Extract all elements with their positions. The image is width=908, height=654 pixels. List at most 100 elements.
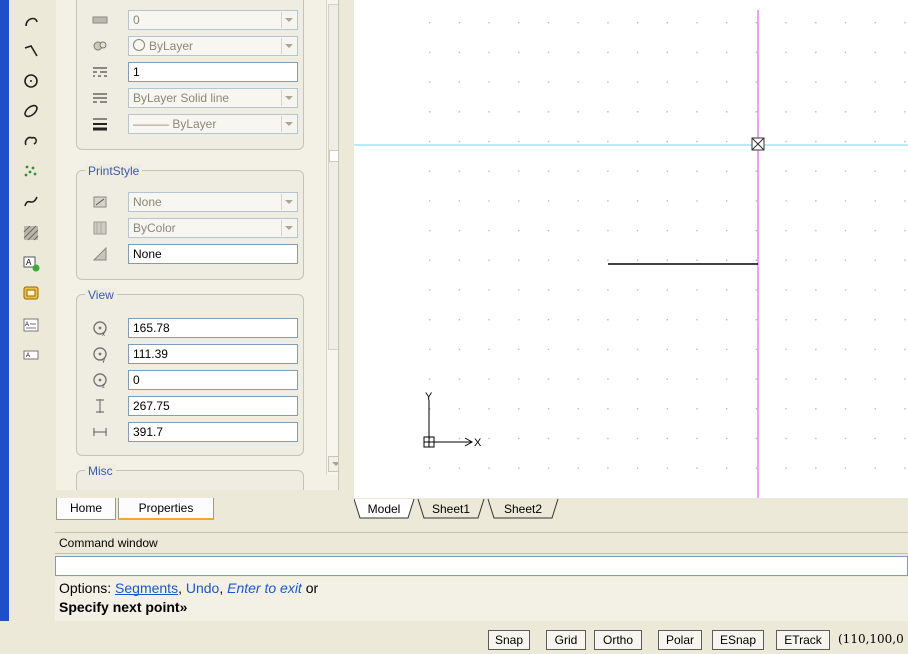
ucs-y-label: Y — [425, 391, 433, 403]
or-word: or — [305, 580, 319, 596]
tab-home[interactable]: Home — [56, 498, 116, 520]
linetype-scale-icon — [90, 63, 110, 81]
multiline-text-icon[interactable]: A — [20, 314, 42, 336]
option-segments[interactable]: Segments — [115, 580, 178, 596]
tab-sheet1[interactable]: Sheet1 — [424, 500, 478, 518]
option-segments-text: Segments — [115, 580, 179, 596]
window-edge — [0, 0, 9, 654]
option-undo-text: Undo — [185, 580, 220, 596]
misc-title: Misc — [85, 464, 116, 478]
command-prompt: Specify next point» — [59, 599, 188, 615]
dropdown-arrow-icon[interactable] — [281, 116, 296, 132]
printstyle-field-1[interactable]: ByColor — [128, 218, 298, 238]
canvas-svg[interactable]: Y X — [354, 0, 908, 498]
polyline-icon[interactable] — [20, 40, 42, 62]
general-field-4[interactable]: ——— ByLayer — [128, 114, 298, 134]
tab-sheet2[interactable]: Sheet2 — [494, 500, 552, 518]
snap-button[interactable]: Snap — [488, 630, 530, 650]
ellipse-icon[interactable] — [20, 100, 42, 122]
tab-properties[interactable]: Properties — [118, 498, 214, 520]
view-field-0[interactable]: 165.78 — [128, 318, 298, 338]
print-type-icon — [90, 245, 110, 263]
printstyle-field-value: None — [133, 247, 162, 261]
view-field-3[interactable]: 267.75 — [128, 396, 298, 416]
drawing-canvas[interactable]: Y X — [354, 0, 908, 498]
hatch-icon[interactable] — [20, 222, 42, 244]
properties-panel: PrintStyle View Misc 0 ByLayer 1 ByLayer So… — [46, 0, 354, 520]
arc-icon[interactable] — [20, 10, 42, 32]
dropdown-arrow-icon[interactable] — [281, 90, 296, 106]
option-enter-to-exit[interactable]: Enter to exit — [227, 580, 302, 596]
svg-text:z: z — [102, 384, 105, 389]
general-field-0[interactable]: 0 — [128, 10, 298, 30]
plot-style-icon — [90, 11, 110, 29]
ortho-button[interactable]: Ortho — [594, 630, 642, 650]
layout-tabs: Model Sheet1 Sheet2 — [354, 498, 908, 520]
ucs-icon: Y X — [423, 391, 482, 449]
print-table-icon — [90, 219, 110, 237]
height-icon — [90, 397, 110, 415]
svg-text:A: A — [26, 258, 32, 267]
view-title: View — [85, 288, 117, 302]
status-bar: Snap Grid Ortho Polar ESnap ETrack (110,… — [0, 621, 908, 654]
svg-text:x: x — [102, 332, 105, 337]
esnap-button[interactable]: ESnap — [712, 630, 764, 650]
command-input[interactable] — [55, 556, 908, 576]
view-field-value: 267.75 — [133, 399, 170, 413]
option-undo[interactable]: Undo — [186, 580, 219, 596]
general-field-3[interactable]: ByLayer Solid line — [128, 88, 298, 108]
region-icon[interactable] — [20, 282, 42, 304]
general-field-value: 0 — [133, 13, 140, 27]
dropdown-arrow-icon[interactable] — [281, 220, 296, 236]
view-field-1[interactable]: 111.39 — [128, 344, 298, 364]
svg-text:A: A — [25, 322, 29, 328]
misc-group: Misc — [76, 464, 304, 490]
point-cloud-icon[interactable] — [20, 160, 42, 182]
properties-scrollbar[interactable] — [326, 0, 338, 475]
text-icon[interactable]: A — [20, 344, 42, 366]
general-field-2[interactable]: 1 — [128, 62, 298, 82]
printstyle-field-2[interactable]: None — [128, 244, 298, 264]
etrack-button[interactable]: ETrack — [776, 630, 830, 650]
command-window-title: Command window — [55, 532, 908, 554]
svg-text:A: A — [26, 353, 30, 359]
general-field-value: ByLayer — [149, 39, 194, 53]
revision-cloud-icon[interactable] — [20, 130, 42, 152]
view-field-value: 391.7 — [133, 425, 164, 439]
radio-circle-icon — [133, 39, 145, 51]
center-x-icon: x — [90, 319, 110, 337]
circle-icon[interactable] — [20, 70, 42, 92]
spline-icon[interactable] — [20, 190, 42, 212]
scrollbar-thumb[interactable] — [328, 4, 338, 350]
printstyle-title: PrintStyle — [85, 164, 143, 178]
general-field-1[interactable]: ByLayer — [128, 36, 298, 56]
dropdown-arrow-icon[interactable] — [281, 38, 296, 54]
view-field-2[interactable]: 0 — [128, 370, 298, 390]
insert-block-icon[interactable]: A — [20, 252, 42, 274]
general-field-value: ByLayer Solid line — [133, 91, 230, 105]
view-field-4[interactable]: 391.7 — [128, 422, 298, 442]
dropdown-arrow-icon[interactable] — [281, 194, 296, 210]
tab-model[interactable]: Model — [362, 500, 406, 518]
svg-text:y: y — [102, 358, 105, 363]
center-y-icon: y — [90, 345, 110, 363]
printstyle-field-value: None — [133, 195, 162, 209]
color-icon — [90, 37, 110, 55]
general-field-value: ——— ByLayer — [133, 117, 217, 131]
ucs-x-label: X — [474, 437, 482, 449]
printstyle-field-0[interactable]: None — [128, 192, 298, 212]
width-icon — [90, 423, 110, 441]
printstyle-field-value: ByColor — [133, 221, 176, 235]
grid-dots — [429, 22, 906, 469]
scroll-down-arrow-icon[interactable] — [328, 456, 338, 472]
pickbox-icon — [751, 137, 765, 151]
linetype-icon — [90, 89, 110, 107]
lineweight-icon — [90, 115, 110, 133]
grid-button[interactable]: Grid — [546, 630, 586, 650]
command-history: Options: Segments, Undo, Enter to exit o… — [55, 577, 908, 621]
view-field-value: 165.78 — [133, 321, 170, 335]
polar-button[interactable]: Polar — [658, 630, 702, 650]
dropdown-arrow-icon[interactable] — [281, 12, 296, 28]
coordinate-readout: (110,100,0 — [838, 632, 904, 646]
view-field-value: 0 — [133, 373, 140, 387]
